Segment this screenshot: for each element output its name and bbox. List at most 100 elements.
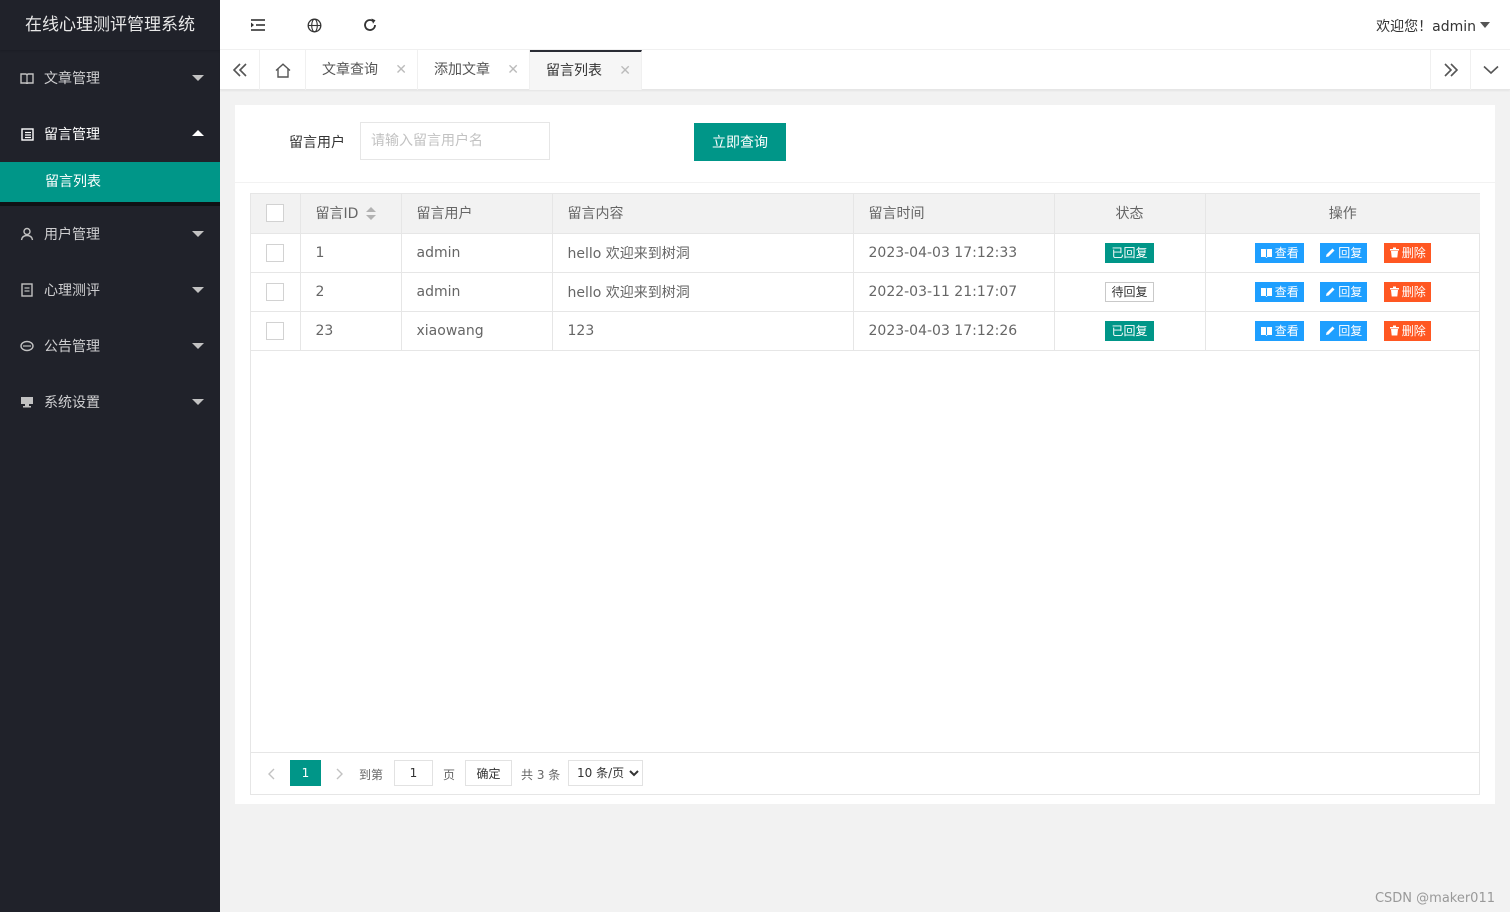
view-button[interactable]: 查看: [1254, 281, 1304, 302]
refresh-icon[interactable]: [360, 15, 380, 35]
sidebar-item-users[interactable]: 用户管理: [0, 206, 220, 262]
row-checkbox[interactable]: [266, 243, 285, 262]
search-button[interactable]: 立即查询: [694, 123, 786, 161]
prev-page-icon[interactable]: [261, 761, 281, 787]
delete-button[interactable]: 删除: [1383, 320, 1431, 341]
cell-user: admin: [401, 272, 553, 312]
close-icon[interactable]: ✕: [507, 50, 519, 90]
view-label: 查看: [1274, 285, 1299, 299]
tabs-scroll-right-icon[interactable]: [1430, 50, 1470, 90]
edit-icon: [1326, 326, 1335, 335]
cell-time: 2023-04-03 17:12:26: [853, 311, 1055, 351]
settings-icon: [20, 395, 34, 409]
reply-label: 回复: [1338, 246, 1363, 260]
column-header-content: 留言内容: [552, 194, 854, 234]
form-icon: [20, 283, 34, 297]
chevron-down-icon: [192, 343, 204, 349]
view-label: 查看: [1274, 246, 1299, 260]
table-row: 2 admin hello 欢迎来到树洞 2022-03-11 21:17:07…: [251, 272, 1480, 312]
reply-label: 回复: [1338, 324, 1363, 338]
chevron-down-icon: [192, 287, 204, 293]
row-checkbox[interactable]: [266, 321, 285, 340]
column-header-id[interactable]: 留言ID: [300, 194, 402, 234]
goto-page-input[interactable]: [394, 760, 433, 786]
chevron-up-icon: [192, 130, 204, 136]
book-icon: [1260, 248, 1272, 258]
cell-time: 2022-03-11 21:17:07: [853, 272, 1055, 312]
menu-fold-icon[interactable]: [248, 15, 268, 35]
home-icon[interactable]: [260, 50, 306, 90]
cell-id: 23: [300, 311, 402, 351]
page-size-select[interactable]: 10 条/页: [568, 760, 643, 786]
current-page[interactable]: 1: [290, 760, 321, 786]
close-icon[interactable]: ✕: [395, 50, 407, 90]
reply-button[interactable]: 回复: [1320, 242, 1368, 263]
watermark: CSDN @maker011: [1374, 891, 1495, 906]
globe-icon[interactable]: [304, 15, 324, 35]
sidebar-item-label: 用户管理: [44, 227, 100, 243]
tab-message-list[interactable]: 留言列表 ✕: [530, 50, 642, 90]
sidebar-item-announcements[interactable]: 公告管理: [0, 318, 220, 374]
view-button[interactable]: 查看: [1254, 242, 1304, 263]
sidebar-item-assessment[interactable]: 心理测评: [0, 262, 220, 318]
cell-id: 2: [300, 272, 402, 312]
caret-down-icon[interactable]: [1480, 22, 1490, 28]
delete-button[interactable]: 删除: [1383, 281, 1431, 302]
top-header: 欢迎您！admin: [220, 0, 1510, 50]
book-icon: [1260, 326, 1272, 336]
chevron-down-icon: [192, 75, 204, 81]
tabs-scroll-left-icon[interactable]: [220, 50, 260, 90]
column-header-actions: 操作: [1205, 194, 1480, 234]
column-header-time: 留言时间: [853, 194, 1055, 234]
reply-button[interactable]: 回复: [1320, 281, 1368, 302]
filter-user-label: 留言用户: [289, 135, 345, 151]
cell-actions: 查看 回复 删除: [1205, 272, 1480, 312]
status-badge: 已回复: [1105, 242, 1154, 263]
goto-label: 到第: [359, 768, 384, 782]
cell-content: hello 欢迎来到树洞: [552, 233, 854, 273]
sidebar-subitem-message-list[interactable]: 留言列表: [0, 162, 220, 202]
row-select-cell: [251, 311, 301, 351]
cell-actions: 查看 回复 删除: [1205, 233, 1480, 273]
tab-add-article[interactable]: 添加文章 ✕: [418, 50, 530, 90]
tab-label: 文章查询: [322, 62, 378, 78]
total-count: 共 3 条: [521, 768, 561, 782]
select-all-checkbox[interactable]: [266, 204, 285, 223]
sidebar-item-label: 留言管理: [44, 127, 100, 143]
sort-icon[interactable]: [366, 207, 377, 221]
chevron-down-icon: [192, 399, 204, 405]
row-checkbox[interactable]: [266, 282, 285, 301]
cell-time: 2023-04-03 17:12:33: [853, 233, 1055, 273]
tabs-menu-chevron-down-icon[interactable]: [1470, 50, 1510, 90]
table-header-row: 留言ID 留言用户 留言内容 留言时间 状态 操作: [251, 194, 1480, 234]
sidebar-item-articles[interactable]: 文章管理: [0, 50, 220, 106]
sidebar-item-messages[interactable]: 留言管理: [0, 106, 220, 162]
sidebar-item-label: 系统设置: [44, 395, 100, 411]
reply-label: 回复: [1338, 285, 1363, 299]
cell-id: 1: [300, 233, 402, 273]
sidebar-item-settings[interactable]: 系统设置: [0, 374, 220, 430]
reply-button[interactable]: 回复: [1320, 320, 1368, 341]
close-icon[interactable]: ✕: [619, 52, 631, 90]
cell-actions: 查看 回复 删除: [1205, 311, 1480, 351]
submenu: 留言列表: [0, 162, 220, 206]
tab-article-query[interactable]: 文章查询 ✕: [306, 50, 418, 90]
view-button[interactable]: 查看: [1254, 320, 1304, 341]
view-label: 查看: [1274, 324, 1299, 338]
edit-icon: [1326, 248, 1335, 257]
sidebar-item-label: 公告管理: [44, 339, 100, 355]
list-icon: [20, 127, 34, 141]
status-badge: 待回复: [1105, 281, 1154, 302]
select-all-cell: [251, 194, 301, 234]
filter-user-input[interactable]: [360, 122, 550, 160]
welcome-user[interactable]: 欢迎您！admin: [1376, 16, 1476, 36]
goto-confirm-button[interactable]: 确定: [465, 760, 512, 786]
content-card: 留言用户 立即查询 留言ID 留言用户 留言内容 留言时间: [235, 105, 1495, 804]
cell-content: 123: [552, 311, 854, 351]
delete-button[interactable]: 删除: [1383, 242, 1431, 263]
next-page-icon[interactable]: [330, 761, 350, 787]
table-row: 1 admin hello 欢迎来到树洞 2023-04-03 17:12:33…: [251, 233, 1480, 273]
delete-label: 删除: [1401, 324, 1426, 338]
table-row: 23 xiaowang 123 2023-04-03 17:12:26 已回复 …: [251, 311, 1480, 351]
pagination: 1 到第 页 确定 共 3 条 10 条/页: [251, 752, 1479, 794]
